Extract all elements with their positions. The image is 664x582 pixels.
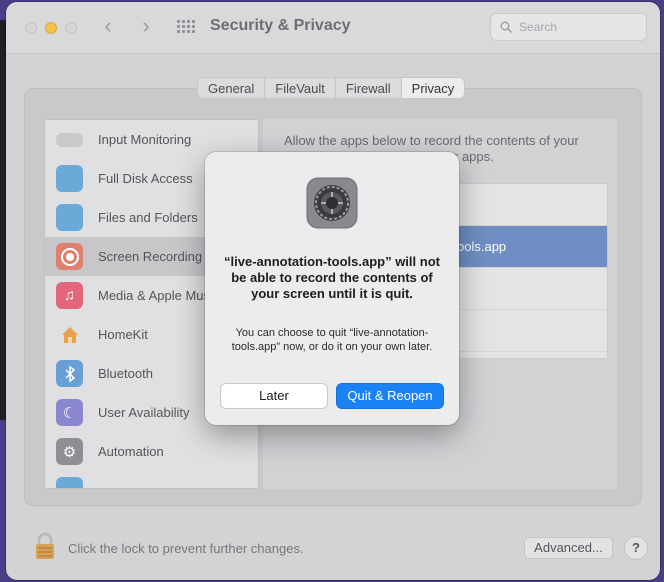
tab-firewall[interactable]: Firewall [336,78,402,98]
sidebar-item-label: Bluetooth [98,366,153,381]
sidebar-item-label: Full Disk Access [98,171,193,186]
later-button[interactable]: Later [220,383,328,409]
close-window-button[interactable] [25,22,37,34]
advanced-button[interactable]: Advanced... [524,537,613,559]
search-field[interactable] [490,13,647,41]
music-note-icon: ♫ [56,282,83,309]
quit-alert-dialog: “live-annotation-tools.app” will not be … [205,152,459,425]
sidebar-item-label: Files and Folders [98,210,198,225]
title-bar: ‹ › Security & Privacy [6,2,660,54]
show-all-grid-icon[interactable] [177,20,195,34]
back-arrow-icon[interactable]: ‹ [98,15,118,39]
sidebar-item-label: User Availability [98,405,190,420]
search-icon [500,21,512,33]
list-item[interactable] [457,184,607,226]
bluetooth-icon [56,360,83,387]
sidebar-item-label: Input Monitoring [98,132,192,147]
sidebar-item-label: HomeKit [98,327,148,342]
sidebar-item-partial[interactable] [45,471,258,488]
tab-filevault[interactable]: FileVault [265,78,336,98]
app-name: ools.app [457,239,507,254]
app-list: ools.app [456,183,608,359]
sidebar-item-label: Automation [98,444,164,459]
quit-and-reopen-button[interactable]: Quit & Reopen [336,383,444,409]
sidebar-item-label: Screen Recording [98,249,203,264]
forward-arrow-icon[interactable]: › [136,15,156,39]
lock-icon[interactable] [34,532,56,560]
tab-general[interactable]: General [198,78,266,98]
list-item-selected-app[interactable]: ools.app [457,226,607,268]
home-icon [56,321,83,348]
gear-icon: ⚙ [56,438,83,465]
lock-hint-text: Click the lock to prevent further change… [68,541,304,556]
minimize-window-button[interactable] [45,22,57,34]
zoom-window-button[interactable] [65,22,77,34]
help-button[interactable]: ? [624,536,648,560]
tab-bar: General FileVault Firewall Privacy [197,77,466,99]
tab-privacy[interactable]: Privacy [401,78,465,98]
folder-icon [56,165,83,192]
app-icon [56,477,83,488]
dialog-title: “live-annotation-tools.app” will not be … [224,254,440,301]
moon-icon: ☾ [56,399,83,426]
sidebar-item-automation[interactable]: ⚙ Automation [45,432,258,471]
keyboard-icon [56,133,83,147]
list-item[interactable] [457,268,607,310]
dialog-message: You can choose to quit “live-annotation-… [231,327,433,353]
list-item[interactable] [457,310,607,352]
search-input[interactable] [519,18,639,36]
system-preferences-icon [306,177,358,229]
sidebar-item-label: Media & Apple Mus [98,288,211,303]
window-title: Security & Privacy [210,17,351,34]
screen-recording-icon [56,243,83,270]
folder-icon [56,204,83,231]
